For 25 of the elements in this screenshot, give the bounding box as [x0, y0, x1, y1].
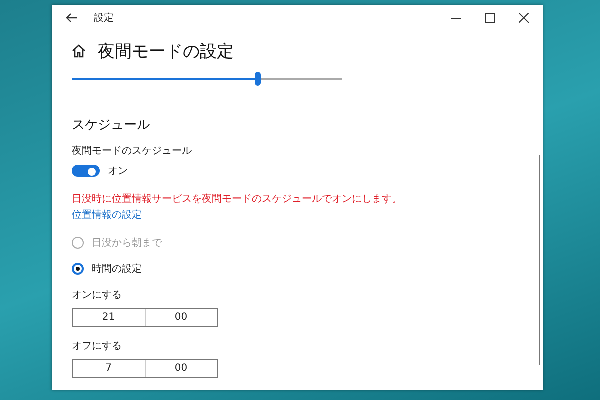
hour-value: 7	[104, 362, 113, 376]
toggle-switch[interactable]	[72, 165, 100, 177]
back-arrow-icon	[66, 12, 78, 22]
radio-button[interactable]	[72, 263, 84, 275]
section-heading: スケジュール	[72, 117, 150, 134]
time-label: オフにする	[72, 340, 122, 353]
time-picker[interactable]: 7 00	[72, 359, 218, 378]
time-picker[interactable]: 21 00	[72, 308, 218, 327]
radio-label: 日没から朝まで	[92, 236, 162, 250]
minute-value: 00	[144, 360, 217, 377]
toggle-state: オン	[108, 165, 128, 178]
hour-value: 21	[101, 311, 116, 325]
scrollbar[interactable]	[539, 155, 540, 365]
time-label: オンにする	[72, 289, 122, 302]
minute-value: 00	[144, 309, 217, 326]
maximize-icon	[485, 12, 495, 22]
location-settings-link[interactable]: 位置情報の設定	[72, 208, 142, 222]
page-title: 夜間モードの設定	[98, 40, 234, 62]
radio-label: 時間の設定	[92, 262, 142, 276]
home-icon[interactable]	[72, 44, 86, 58]
toggle-label: 夜間モードのスケジュール	[72, 144, 192, 158]
slider-thumb[interactable]	[255, 72, 262, 86]
close-icon	[519, 12, 529, 22]
warning-text: 日没時に位置情報サービスを夜間モードのスケジュールでオンにします。	[72, 192, 402, 206]
window-title: 設定	[94, 12, 114, 24]
